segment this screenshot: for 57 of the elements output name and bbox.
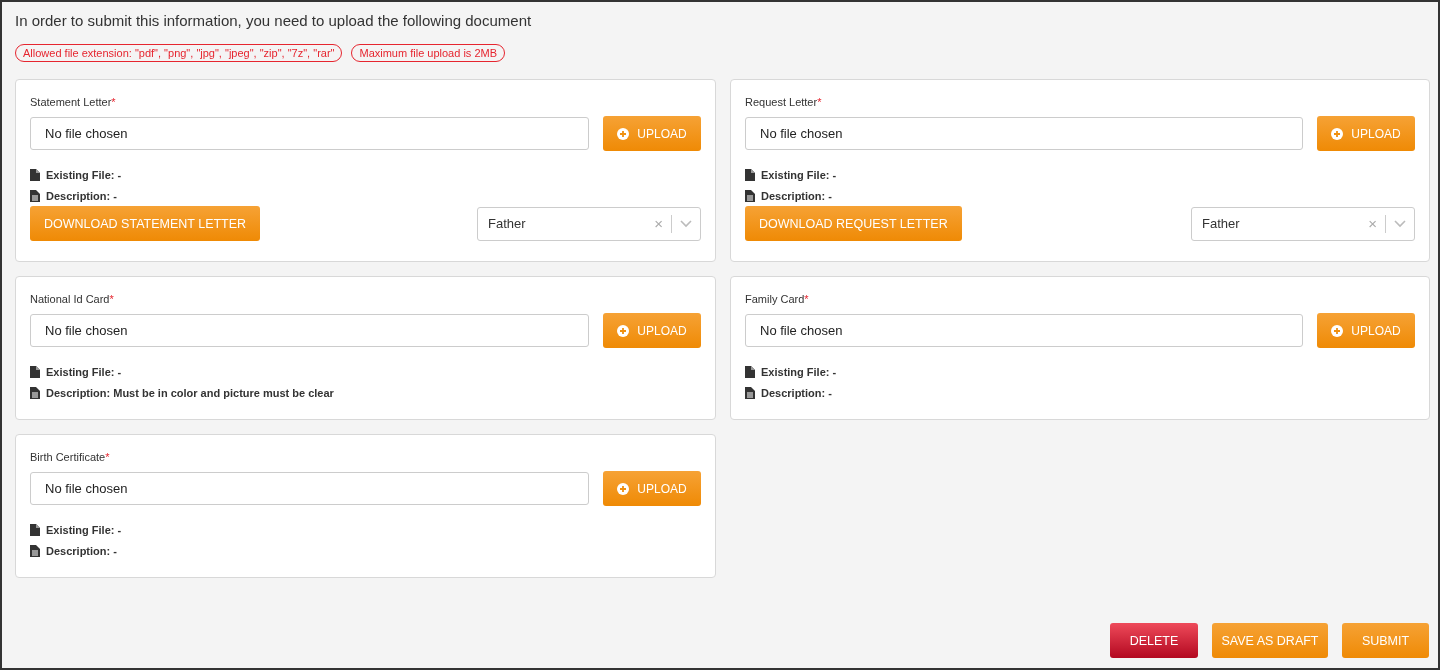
upload-button[interactable]: UPLOAD [1317, 313, 1415, 348]
file-text-icon [30, 545, 40, 557]
required-mark: * [105, 451, 110, 463]
file-field[interactable]: No file chosen [745, 117, 1303, 150]
download-button[interactable]: DOWNLOAD STATEMENT LETTER [30, 206, 261, 241]
clear-icon[interactable]: × [1368, 215, 1377, 232]
existing-file-text: Existing File: - [761, 169, 837, 181]
plus-circle-icon [617, 324, 630, 337]
file-text-icon [30, 387, 40, 399]
existing-file-text: Existing File: - [46, 366, 122, 378]
field-label: Statement Letter [30, 96, 112, 108]
relation-select[interactable]: Father × [1191, 206, 1415, 241]
file-icon [30, 366, 40, 378]
description-text: Description: Must be in color and picture must be clear [46, 387, 334, 399]
file-icon [30, 169, 40, 181]
plus-circle-icon [1331, 127, 1344, 140]
upload-button[interactable]: UPLOAD [603, 116, 701, 151]
file-icon [745, 366, 755, 378]
delete-button[interactable]: DELETE [1110, 623, 1198, 658]
description-text: Description: - [761, 190, 832, 202]
clear-icon[interactable]: × [654, 215, 663, 232]
existing-file-text: Existing File: - [46, 169, 122, 181]
download-button[interactable]: DOWNLOAD REQUEST LETTER [745, 206, 962, 241]
field-label: Birth Certificate [30, 451, 106, 463]
field-label: Family Card [745, 293, 805, 305]
file-field[interactable]: No file chosen [30, 472, 589, 505]
chevron-down-icon [680, 219, 692, 228]
required-mark: * [817, 96, 822, 108]
required-mark: * [804, 293, 809, 305]
plus-circle-icon [617, 482, 630, 495]
file-field[interactable]: No file chosen [30, 117, 589, 150]
file-icon [745, 169, 755, 181]
field-label: Request Letter [745, 96, 818, 108]
description-text: Description: - [761, 387, 832, 399]
plus-circle-icon [1331, 324, 1344, 337]
field-label: National Id Card [30, 293, 110, 305]
action-button[interactable]: SAVE AS DRAFT [1212, 623, 1328, 658]
description-text: Description: - [46, 545, 117, 557]
existing-file-text: Existing File: - [46, 524, 122, 536]
required-mark: * [111, 96, 116, 108]
intro-text: In order to submit this information, you need to upload the following document [15, 12, 533, 29]
file-field[interactable]: No file chosen [745, 314, 1303, 347]
relation-select[interactable]: Father × [477, 206, 701, 241]
file-text-icon [745, 190, 755, 202]
file-field[interactable]: No file chosen [30, 314, 589, 347]
plus-circle-icon [617, 127, 630, 140]
chevron-down-icon [1394, 219, 1406, 228]
file-text-icon [745, 387, 755, 399]
upload-button[interactable]: UPLOAD [1317, 116, 1415, 151]
existing-file-text: Existing File: - [761, 366, 837, 378]
upload-button[interactable]: UPLOAD [603, 471, 701, 506]
upload-button[interactable]: UPLOAD [603, 313, 701, 348]
required-mark: * [109, 293, 114, 305]
file-text-icon [30, 190, 40, 202]
file-icon [30, 524, 40, 536]
description-text: Description: - [46, 190, 117, 202]
action-button[interactable]: SUBMIT [1342, 623, 1429, 658]
